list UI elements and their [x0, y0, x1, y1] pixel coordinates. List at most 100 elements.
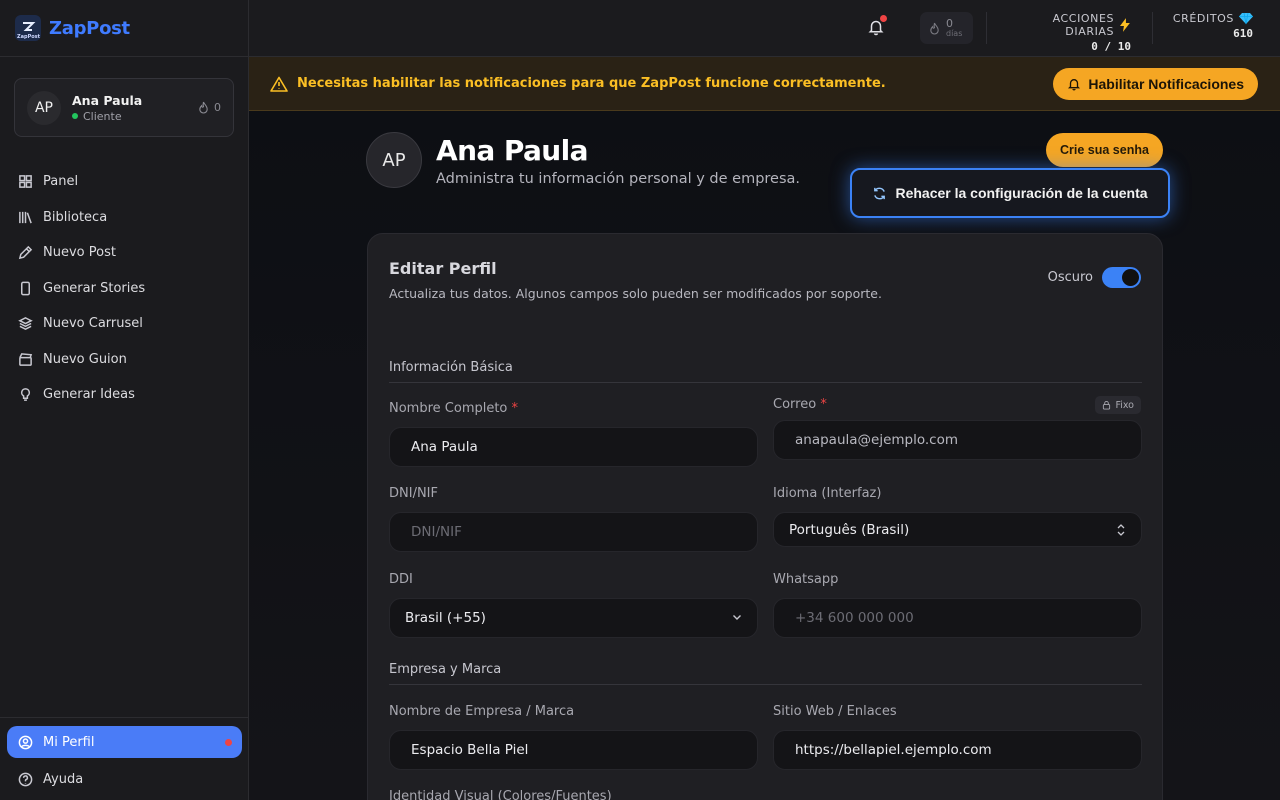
nav-item-label: Nuevo Carrusel — [43, 316, 143, 332]
edit-profile-card: Editar Perfil Actualiza tus datos. Algun… — [367, 233, 1163, 800]
profile-header: AP Ana Paula Administra tu información p… — [366, 132, 800, 188]
redo-config-button[interactable]: Rehacer la configuración de la cuenta — [850, 168, 1170, 218]
company-name-label: Nombre de Empresa / Marca — [389, 704, 575, 719]
nav-item-label: Mi Perfil — [43, 734, 95, 750]
brand[interactable]: ZapPost ZapPost — [0, 0, 248, 57]
warning-icon — [270, 76, 288, 92]
language-select[interactable]: Português (Brasil) — [773, 512, 1142, 547]
streak-count: 0 — [946, 16, 953, 30]
redo-config-label: Rehacer la configuración de la cuenta — [895, 185, 1148, 201]
website-field[interactable]: https://bellapiel.ejemplo.com — [773, 730, 1142, 770]
nav-item-label: Generar Stories — [43, 280, 146, 296]
user-name: Ana Paula — [72, 92, 143, 108]
nav-item-nuevo-guion[interactable]: Nuevo Guion — [0, 342, 249, 378]
whatsapp-label: Whatsapp — [773, 572, 839, 587]
nav-item-label: Nuevo Guion — [43, 351, 127, 367]
credits-label: CRÉDITOS — [1172, 12, 1234, 25]
streak-counter[interactable]: 0 días — [920, 12, 973, 44]
fixed-badge: Fixo — [1095, 396, 1141, 414]
flame-icon — [199, 101, 208, 114]
lock-icon — [1103, 400, 1111, 410]
required-mark: * — [820, 397, 827, 412]
bell-notification-dot — [880, 15, 887, 22]
enable-notifications-button[interactable]: Habilitar Notificaciones — [1053, 68, 1258, 100]
help-icon — [18, 772, 33, 787]
nav-item-panel[interactable]: Panel — [0, 164, 249, 200]
website-label: Sitio Web / Enlaces — [773, 704, 897, 719]
divider — [986, 12, 987, 44]
theme-toggle[interactable]: Oscuro — [1048, 267, 1141, 288]
profile-avatar: AP — [366, 132, 422, 188]
chevron-down-icon — [733, 615, 741, 620]
email-field: anapaula@ejemplo.com — [773, 420, 1142, 460]
daily-actions: ACCIONES DIARIAS 0 / 10 — [1001, 12, 1131, 53]
language-label: Idioma (Interfaz) — [773, 486, 882, 501]
credits: CRÉDITOS 610 — [1167, 12, 1253, 40]
card-subtitle: Actualiza tus datos. Algunos campos solo… — [389, 286, 882, 301]
topbar: 0 días ACCIONES DIARIAS 0 / 10 CRÉDITOS … — [249, 0, 1280, 57]
main-content: AP Ana Paula Administra tu información p… — [249, 111, 1280, 800]
pen-icon — [18, 246, 33, 260]
dni-field[interactable]: DNI/NIF — [389, 512, 758, 552]
page-subtitle: Administra tu información personal y de … — [436, 170, 801, 187]
nav-item-generar-stories[interactable]: Generar Stories — [0, 271, 249, 307]
card-title: Editar Perfil — [389, 259, 497, 278]
library-icon — [19, 211, 32, 224]
email-label: Correo * — [773, 397, 827, 412]
language-value: Português (Brasil) — [789, 521, 910, 538]
user-circle-icon — [18, 735, 33, 749]
phone-icon — [21, 281, 30, 296]
chevron-up-down-icon — [1117, 524, 1125, 536]
nav-item-biblioteca[interactable]: Biblioteca — [0, 200, 249, 236]
sidebar-bottom: Mi Perfil Ayuda — [0, 717, 249, 798]
dni-label: DNI/NIF — [389, 486, 438, 501]
switch-knob — [1122, 269, 1139, 286]
clapper-icon — [19, 352, 33, 366]
daily-actions-label: ACCIONES DIARIAS — [1052, 12, 1115, 38]
theme-label: Oscuro — [1047, 270, 1093, 285]
layers-icon — [18, 317, 33, 331]
user-streak: 0 — [198, 101, 221, 114]
section-company-brand: Empresa y Marca — [389, 662, 1142, 685]
streak-unit: días — [946, 28, 963, 38]
nav-item-label: Biblioteca — [43, 209, 108, 225]
nav-item-mi-perfil[interactable]: Mi Perfil — [7, 726, 242, 758]
main-nav: Panel Biblioteca Nuevo Post Generar Stor… — [0, 164, 249, 413]
full-name-label: Nombre Completo * — [389, 401, 518, 416]
user-streak-count: 0 — [214, 101, 221, 114]
nav-item-label: Nuevo Post — [43, 245, 116, 261]
full-name-label-text: Nombre Completo — [389, 401, 508, 416]
credits-value: 610 — [1233, 27, 1253, 40]
lightning-icon — [1120, 18, 1131, 32]
avatar: AP — [27, 90, 61, 125]
flame-icon — [930, 22, 939, 35]
email-label-text: Correo — [773, 397, 817, 412]
fixed-badge-text: Fixo — [1115, 399, 1134, 411]
divider — [1152, 12, 1153, 44]
create-password-button[interactable]: Crie sua senha — [1046, 133, 1163, 167]
diamond-icon — [1239, 12, 1253, 25]
online-status-dot — [72, 113, 78, 119]
notification-banner: Necesitas habilitar las notificaciones p… — [249, 57, 1280, 111]
nav-item-nuevo-post[interactable]: Nuevo Post — [0, 235, 249, 271]
full-name-field[interactable]: Ana Paula — [389, 427, 758, 467]
bell-icon — [1068, 79, 1081, 91]
company-name-field[interactable]: Espacio Bella Piel — [389, 730, 758, 770]
nav-item-label: Panel — [43, 174, 79, 190]
sidebar: ZapPost ZapPost AP Ana Paula Cliente 0 P… — [0, 0, 249, 800]
notification-dot — [225, 738, 232, 746]
user-card[interactable]: AP Ana Paula Cliente 0 — [14, 78, 234, 137]
dark-mode-switch[interactable] — [1102, 267, 1141, 288]
nav-item-nuevo-carrusel[interactable]: Nuevo Carrusel — [0, 306, 249, 342]
nav-item-ayuda[interactable]: Ayuda — [0, 762, 249, 798]
nav-item-generar-ideas[interactable]: Generar Ideas — [0, 377, 249, 413]
nav-item-label: Ayuda — [43, 772, 84, 788]
whatsapp-field[interactable]: +34 600 000 000 — [773, 598, 1142, 638]
brand-name: ZapPost — [49, 17, 130, 39]
page-title: Ana Paula — [436, 133, 589, 167]
section-basic-info: Información Básica — [389, 360, 1142, 383]
ddi-select[interactable]: Brasil (+55) — [389, 598, 758, 638]
enable-notifications-label: Habilitar Notificaciones — [1088, 76, 1244, 92]
grid-icon — [19, 175, 32, 189]
nav-item-label: Generar Ideas — [43, 387, 135, 403]
